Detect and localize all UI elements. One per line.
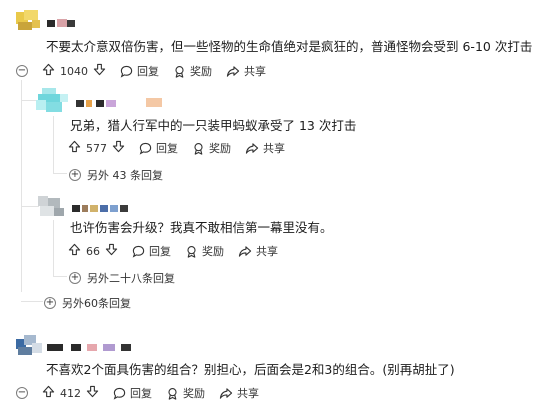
share-arrow-icon xyxy=(245,142,259,155)
comment-text: 不喜欢2个面具伤害的组合？别担心，后面会是2和3的组合。(别再胡扯了) xyxy=(46,362,455,377)
arrow-down-icon[interactable] xyxy=(112,140,125,156)
avatar[interactable] xyxy=(36,88,70,114)
share-label: 共享 xyxy=(244,65,266,78)
share-label: 共享 xyxy=(256,245,278,258)
thread-connector xyxy=(53,173,67,174)
reply-label: 回复 xyxy=(137,65,159,78)
comment-text: 也许伤害会升级？我真不敢相信第一幕里没有。 xyxy=(70,220,333,235)
share-label: 共享 xyxy=(237,387,259,400)
share-label: 共享 xyxy=(263,142,285,155)
plus-circle-icon: + xyxy=(69,169,81,181)
vote-group: 66 xyxy=(68,243,118,259)
reply-button[interactable]: 回复 xyxy=(132,243,171,259)
comment-actions: 1040 回复 奖励 共享 xyxy=(42,60,280,82)
username[interactable] xyxy=(76,98,172,108)
comment-actions: 412 回复 奖励 共享 xyxy=(42,382,273,404)
arrow-down-icon[interactable] xyxy=(93,63,106,79)
reply-label: 回复 xyxy=(149,245,171,258)
share-button[interactable]: 共享 xyxy=(226,63,266,79)
reply-label: 回复 xyxy=(156,142,178,155)
arrow-up-icon[interactable] xyxy=(42,63,55,79)
comment-text: 不要太介意双倍伤害，但一些怪物的生命值绝对是疯狂的，普通怪物会受到 6-10 次… xyxy=(46,39,533,54)
more-replies-link[interactable]: + 另外60条回复 xyxy=(44,295,131,311)
reply-button[interactable]: 回复 xyxy=(139,140,178,156)
speech-bubble-icon xyxy=(139,142,152,155)
share-arrow-icon xyxy=(219,387,233,400)
username[interactable] xyxy=(72,203,132,213)
speech-bubble-icon xyxy=(132,245,145,258)
award-ribbon-icon xyxy=(185,245,198,258)
reply-button[interactable]: 回复 xyxy=(113,385,152,401)
more-replies-label: 另外 43 条回复 xyxy=(87,169,163,182)
thread-connector xyxy=(53,276,67,277)
comment-text: 兄弟，猎人行军中的一只装甲蚂蚁承受了 13 次打击 xyxy=(70,118,357,133)
arrow-down-icon[interactable] xyxy=(86,385,99,401)
award-button[interactable]: 奖励 xyxy=(166,385,205,401)
award-button[interactable]: 奖励 xyxy=(185,243,224,259)
share-button[interactable]: 共享 xyxy=(245,140,285,156)
avatar[interactable] xyxy=(38,194,68,220)
thread-connector xyxy=(21,301,43,302)
username[interactable] xyxy=(47,19,77,29)
thread-line xyxy=(53,220,54,276)
more-replies-link[interactable]: + 另外 43 条回复 xyxy=(69,167,163,183)
award-ribbon-icon xyxy=(166,387,179,400)
comment-actions: 577 回复 奖励 共享 xyxy=(68,137,299,159)
award-label: 奖励 xyxy=(190,65,212,78)
share-arrow-icon xyxy=(238,245,252,258)
avatar[interactable] xyxy=(14,333,44,357)
award-ribbon-icon xyxy=(173,65,186,78)
vote-count: 412 xyxy=(60,386,81,400)
more-replies-link[interactable]: + 另外二十八条回复 xyxy=(69,270,175,286)
plus-circle-icon: + xyxy=(69,272,81,284)
username[interactable] xyxy=(47,343,133,353)
vote-count: 577 xyxy=(86,141,107,155)
comment-actions: 66 回复 奖励 共享 xyxy=(68,240,292,262)
arrow-up-icon[interactable] xyxy=(68,243,81,259)
award-label: 奖励 xyxy=(183,387,205,400)
speech-bubble-icon xyxy=(113,387,126,400)
avatar[interactable] xyxy=(14,8,44,34)
award-label: 奖励 xyxy=(209,142,231,155)
vote-count: 1040 xyxy=(60,64,88,78)
share-button[interactable]: 共享 xyxy=(238,243,278,259)
speech-bubble-icon xyxy=(120,65,133,78)
more-replies-label: 另外60条回复 xyxy=(62,297,131,310)
vote-group: 1040 xyxy=(42,63,106,79)
vote-group: 577 xyxy=(68,140,125,156)
thread-line xyxy=(53,116,54,173)
share-button[interactable]: 共享 xyxy=(219,385,259,401)
thread-line xyxy=(21,80,22,292)
collapse-thread-button[interactable]: − xyxy=(16,65,28,77)
reply-label: 回复 xyxy=(130,387,152,400)
arrow-down-icon[interactable] xyxy=(105,243,118,259)
thread-connector xyxy=(21,206,39,207)
reply-button[interactable]: 回复 xyxy=(120,63,159,79)
plus-circle-icon: + xyxy=(44,297,56,309)
award-button[interactable]: 奖励 xyxy=(173,63,212,79)
vote-group: 412 xyxy=(42,385,99,401)
award-ribbon-icon xyxy=(192,142,205,155)
arrow-up-icon[interactable] xyxy=(68,140,81,156)
collapse-thread-button[interactable]: − xyxy=(16,387,28,399)
share-arrow-icon xyxy=(226,65,240,78)
more-replies-label: 另外二十八条回复 xyxy=(87,272,175,285)
vote-count: 66 xyxy=(86,244,100,258)
award-button[interactable]: 奖励 xyxy=(192,140,231,156)
minus-circle-icon: − xyxy=(17,65,27,76)
minus-circle-icon: − xyxy=(17,387,27,398)
arrow-up-icon[interactable] xyxy=(42,385,55,401)
award-label: 奖励 xyxy=(202,245,224,258)
